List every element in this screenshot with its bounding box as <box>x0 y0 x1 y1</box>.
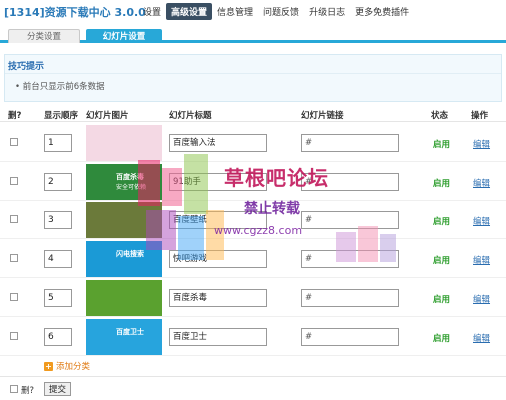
thumbnail-caption: 闪电搜索 <box>116 250 144 258</box>
edit-link[interactable]: 编辑 <box>473 254 490 266</box>
select-all-label: 删? <box>21 386 35 396</box>
nav-item-changelog[interactable]: 升级日志 <box>304 3 350 20</box>
slide-thumbnail <box>86 125 162 161</box>
slide-title-input[interactable]: 百度壁纸 <box>169 211 267 229</box>
slide-link-input[interactable]: # <box>301 289 399 307</box>
submit-button[interactable]: 提交 <box>44 382 72 396</box>
row-delete-checkbox[interactable] <box>10 254 18 262</box>
slide-thumbnail <box>86 202 162 238</box>
tip-text: • 前台只显示前6条数据 <box>15 82 105 92</box>
nav-item-info-management[interactable]: 信息管理 <box>212 3 258 20</box>
slide-thumbnail <box>86 280 162 316</box>
status-badge: 启用 <box>433 334 451 344</box>
add-category-label: 添加分类 <box>56 362 91 372</box>
plus-icon: + <box>44 361 53 371</box>
header-title: 幻灯片标题 <box>169 111 212 121</box>
table-row: 4 闪电搜索 快吧游戏 # 启用 编辑 <box>0 240 506 278</box>
slide-title-input[interactable]: 百度卫士 <box>169 328 267 346</box>
header-status: 状态 <box>431 111 449 121</box>
header-delete: 删? <box>8 111 22 121</box>
slide-link-input[interactable]: # <box>301 211 399 229</box>
nav-item-settings[interactable]: 设置 <box>138 3 166 20</box>
nav-item-advanced-settings[interactable]: 高级设置 <box>166 3 213 20</box>
header-link: 幻灯片链接 <box>301 111 344 121</box>
order-input[interactable]: 1 <box>44 134 72 152</box>
slide-link-input[interactable]: # <box>301 328 399 346</box>
status-badge: 启用 <box>433 217 451 227</box>
tip-divider <box>5 73 501 74</box>
table-row: 2 百度杀毒安全可依赖 91助手 # 启用 编辑 <box>0 163 506 201</box>
table-row: 6 百度卫士 百度卫士 # 启用 编辑 <box>0 318 506 356</box>
table-row: 1 百度输入法 # 启用 编辑 <box>0 124 506 162</box>
row-delete-checkbox[interactable] <box>10 177 18 185</box>
header-order: 显示顺序 <box>44 111 79 121</box>
slide-title-input[interactable]: 91助手 <box>169 173 267 191</box>
edit-link[interactable]: 编辑 <box>473 138 490 150</box>
tab-bar: 分类设置 幻灯片设置 <box>0 28 506 43</box>
table-row: 5 百度杀毒 # 启用 编辑 <box>0 279 506 317</box>
table-footer: 删? 提交 <box>0 376 506 400</box>
edit-link[interactable]: 编辑 <box>473 293 490 305</box>
order-input[interactable]: 6 <box>44 328 72 346</box>
edit-link[interactable]: 编辑 <box>473 332 490 344</box>
top-nav: 设置 高级设置 信息管理 问题反馈 升级日志 更多免费插件 <box>138 3 414 20</box>
nav-item-more-plugins[interactable]: 更多免费插件 <box>350 3 414 20</box>
slide-link-input[interactable]: # <box>301 250 399 268</box>
thumbnail-subcaption: 安全可依赖 <box>116 184 147 191</box>
slide-title-input[interactable]: 快吧游戏 <box>169 250 267 268</box>
nav-item-feedback[interactable]: 问题反馈 <box>258 3 304 20</box>
order-input[interactable]: 5 <box>44 289 72 307</box>
slide-title-input[interactable]: 百度杀毒 <box>169 289 267 307</box>
header-action: 操作 <box>471 111 489 121</box>
status-badge: 启用 <box>433 140 451 150</box>
row-delete-checkbox[interactable] <box>10 138 18 146</box>
row-delete-checkbox[interactable] <box>10 332 18 340</box>
header-image: 幻灯片图片 <box>86 111 129 121</box>
table-header: 删? 显示顺序 幻灯片图片 幻灯片标题 幻灯片链接 状态 操作 <box>0 104 506 122</box>
app-title: [1314]资源下载中心 3.0.0 <box>4 6 146 19</box>
thumbnail-caption: 百度杀毒 <box>116 173 144 181</box>
slide-link-input[interactable]: # <box>301 134 399 152</box>
select-all-checkbox[interactable] <box>10 385 18 393</box>
status-badge: 启用 <box>433 295 451 305</box>
edit-link[interactable]: 编辑 <box>473 177 490 189</box>
tab-category-settings[interactable]: 分类设置 <box>8 29 80 43</box>
order-input[interactable]: 2 <box>44 173 72 191</box>
slide-thumbnail: 百度杀毒 安全可依赖 <box>86 164 162 200</box>
status-badge: 启用 <box>433 256 451 266</box>
slide-thumbnail: 百度卫士 <box>86 319 162 355</box>
thumbnail-caption: 百度卫士 <box>116 328 144 336</box>
tip-box: 技巧提示 • 前台只显示前6条数据 <box>4 54 502 102</box>
tip-title: 技巧提示 <box>8 62 45 72</box>
order-input[interactable]: 4 <box>44 250 72 268</box>
slide-title-input[interactable]: 百度输入法 <box>169 134 267 152</box>
tab-slideshow-settings[interactable]: 幻灯片设置 <box>86 29 162 43</box>
table-row: 3 百度壁纸 # 启用 编辑 <box>0 201 506 239</box>
slide-link-input[interactable]: # <box>301 173 399 191</box>
order-input[interactable]: 3 <box>44 211 72 229</box>
add-category-link[interactable]: + 添加分类 <box>44 360 90 372</box>
row-delete-checkbox[interactable] <box>10 293 18 301</box>
slide-thumbnail: 闪电搜索 <box>86 241 162 277</box>
edit-link[interactable]: 编辑 <box>473 215 490 227</box>
row-delete-checkbox[interactable] <box>10 215 18 223</box>
top-bar: [1314]资源下载中心 3.0.0 设置 高级设置 信息管理 问题反馈 升级日… <box>0 0 506 20</box>
status-badge: 启用 <box>433 179 451 189</box>
